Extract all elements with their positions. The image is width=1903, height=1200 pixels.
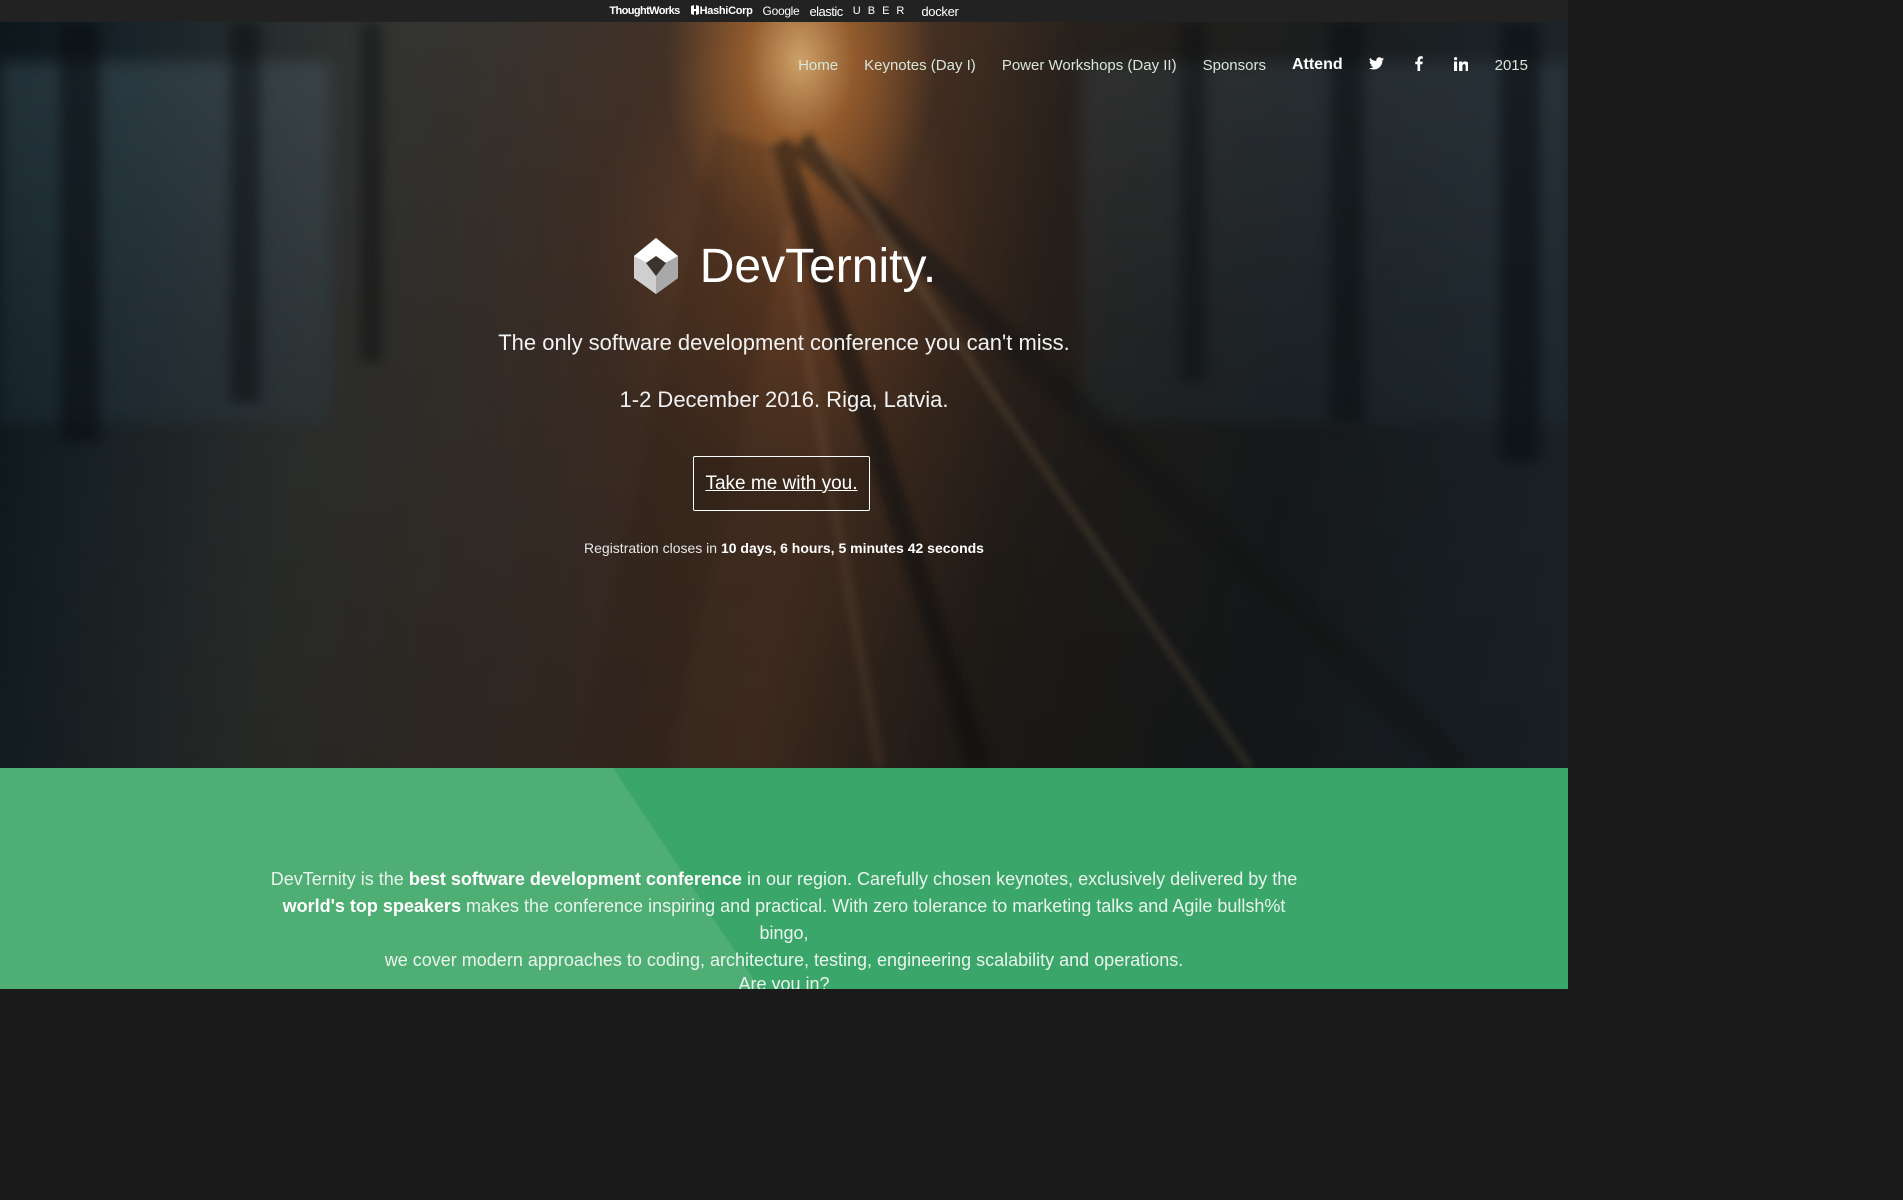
about-text-part: in our region. Carefully chosen keynotes… bbox=[746, 869, 1298, 889]
event-dates: 1-2 December 2016. Riga, Latvia. bbox=[619, 387, 949, 412]
sponsor-elastic-logo[interactable]: elastic bbox=[809, 4, 843, 19]
sponsor-bar: ThoughtWorks HashiCorp Google elastic UB… bbox=[0, 0, 1568, 22]
brand-name: DevTernity. bbox=[699, 239, 937, 293]
about-text-part: DevTernity is the bbox=[270, 869, 404, 889]
registration-time-left: 10 days, 6 hours, 5 minutes 42 seconds bbox=[720, 540, 984, 556]
about-text-bold: world's top speakers bbox=[282, 896, 461, 916]
registration-countdown: Registration closes in 10 days, 6 hours,… bbox=[0, 540, 1568, 556]
about-question: Are you in? bbox=[738, 974, 830, 989]
nav-workshops[interactable]: Power Workshops (Day II) bbox=[1002, 57, 1177, 74]
nav-attend[interactable]: Attend bbox=[1292, 56, 1343, 74]
sponsor-hashicorp-logo[interactable]: HashiCorp bbox=[690, 5, 753, 17]
nav-2015[interactable]: 2015 bbox=[1495, 57, 1528, 74]
registration-prefix: Registration closes in bbox=[584, 540, 718, 556]
sponsor-docker-logo[interactable]: docker bbox=[921, 4, 959, 19]
linkedin-icon[interactable] bbox=[1453, 56, 1469, 74]
tagline: The only software development conference… bbox=[498, 330, 1070, 355]
sponsor-thoughtworks-logo[interactable]: ThoughtWorks bbox=[609, 5, 680, 17]
take-me-with-you-button[interactable]: Take me with you. bbox=[693, 456, 870, 511]
hashicorp-icon bbox=[690, 5, 699, 15]
nav-home[interactable]: Home bbox=[798, 57, 838, 74]
about-text-part: we cover modern approaches to coding, ar… bbox=[384, 950, 1184, 970]
devternity-logo-icon bbox=[633, 238, 678, 294]
twitter-icon[interactable] bbox=[1369, 57, 1385, 73]
nav-keynotes[interactable]: Keynotes (Day I) bbox=[864, 57, 976, 74]
brand: DevTernity. bbox=[0, 236, 1568, 296]
about-text-bold: best software development conference bbox=[408, 869, 742, 889]
nav-sponsors[interactable]: Sponsors bbox=[1203, 57, 1266, 74]
sponsor-google-logo[interactable]: Google bbox=[763, 4, 800, 18]
hashicorp-label: HashiCorp bbox=[699, 5, 753, 17]
about-text-part: makes the conference inspiring and pract… bbox=[465, 896, 1286, 943]
facebook-icon[interactable] bbox=[1411, 56, 1427, 74]
about-section: DevTernity is the best software developm… bbox=[0, 768, 1568, 989]
main-nav: Home Keynotes (Day I) Power Workshops (D… bbox=[798, 45, 1528, 85]
sponsor-uber-logo[interactable]: UBER bbox=[853, 5, 912, 17]
about-text: DevTernity is the best software developm… bbox=[260, 866, 1308, 974]
